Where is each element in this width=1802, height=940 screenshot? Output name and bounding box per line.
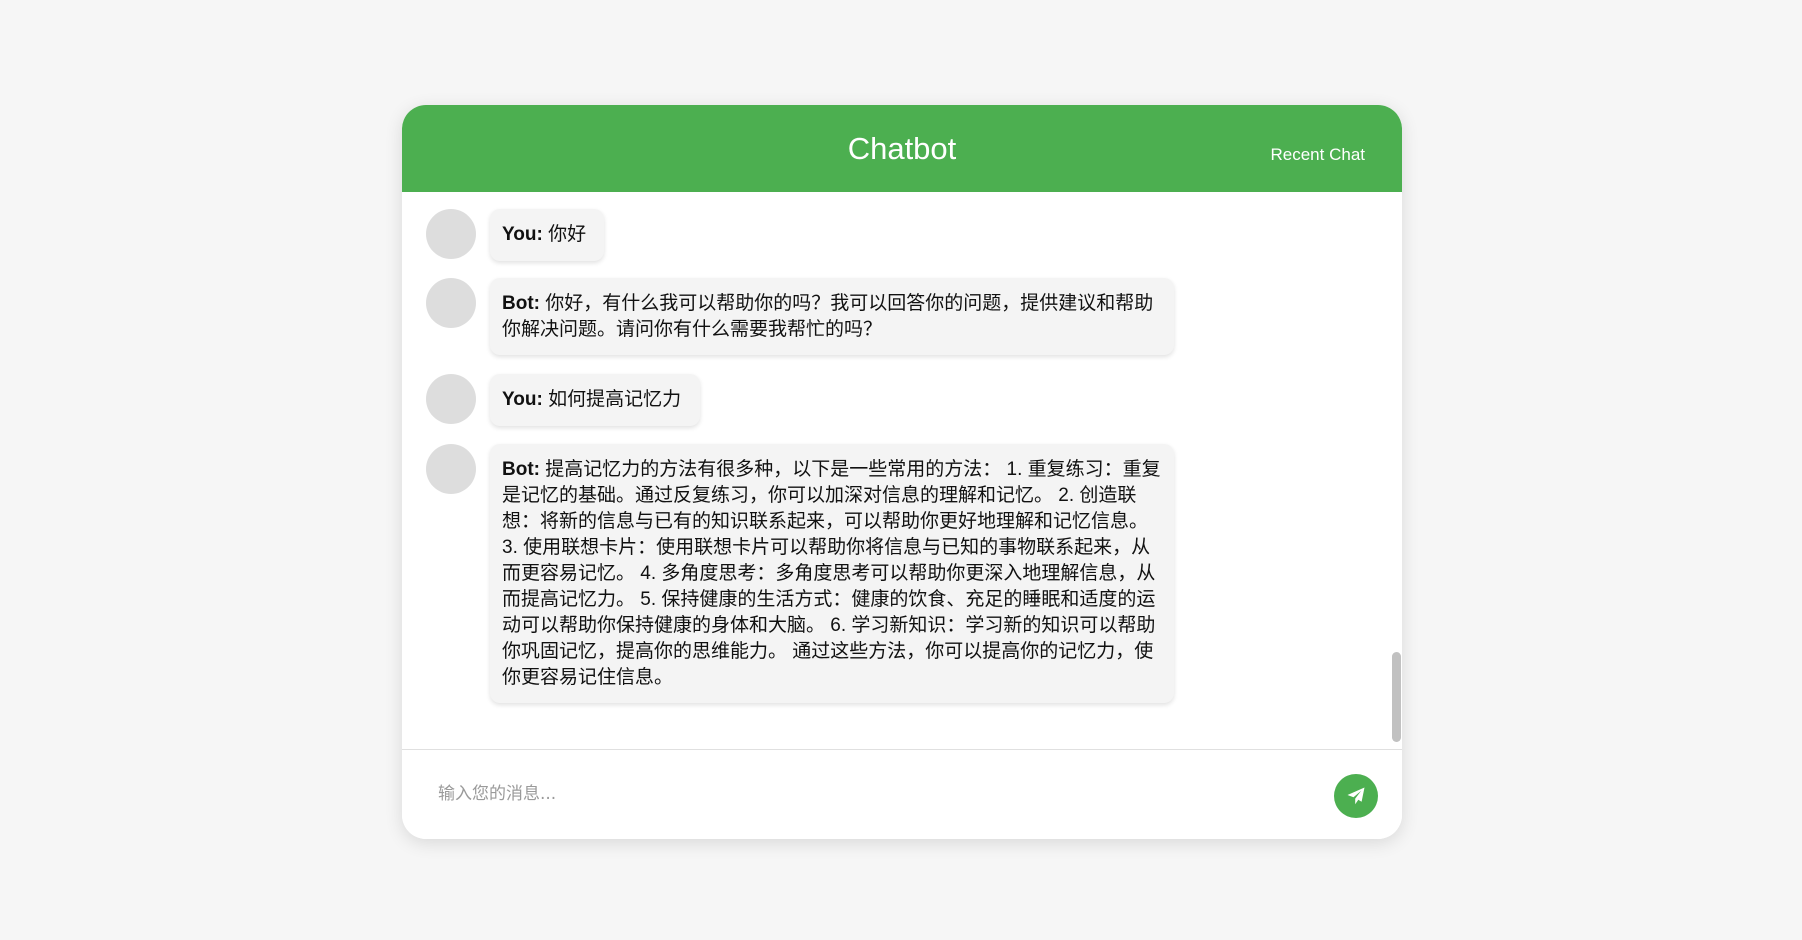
message-text: 你好 bbox=[548, 224, 587, 245]
message-text: 如何提高记忆力 bbox=[548, 389, 682, 410]
avatar bbox=[426, 444, 476, 494]
send-icon bbox=[1347, 787, 1365, 805]
message-bubble: You: 你好 bbox=[490, 209, 604, 261]
message-sender: Bot: bbox=[502, 293, 540, 314]
avatar bbox=[426, 209, 476, 259]
message-bubble: Bot: 提高记忆力的方法有很多种，以下是一些常用的方法： 1. 重复练习：重复… bbox=[490, 444, 1174, 703]
message-bubble: You: 如何提高记忆力 bbox=[490, 374, 700, 426]
message-sender: You: bbox=[502, 389, 543, 410]
scrollbar-thumb[interactable] bbox=[1392, 652, 1401, 742]
message-sender: You: bbox=[502, 224, 543, 245]
avatar bbox=[426, 278, 476, 328]
message-bubble: Bot: 你好，有什么我可以帮助你的吗？我可以回答你的问题，提供建议和帮助你解决… bbox=[490, 278, 1174, 355]
chat-window: Chatbot Recent Chat You: 你好 Bot: 你好，有什么我… bbox=[402, 105, 1402, 839]
message-scrollbar[interactable] bbox=[1390, 192, 1402, 749]
message-text: 你好，有什么我可以帮助你的吗？我可以回答你的问题，提供建议和帮助你解决问题。请问… bbox=[502, 293, 1154, 340]
message-input[interactable] bbox=[436, 774, 1320, 814]
message-list[interactable]: You: 你好 Bot: 你好，有什么我可以帮助你的吗？我可以回答你的问题，提供… bbox=[402, 192, 1402, 749]
chat-header: Chatbot Recent Chat bbox=[402, 105, 1402, 192]
avatar bbox=[426, 374, 476, 424]
input-area bbox=[402, 749, 1402, 839]
page-title: Chatbot bbox=[847, 131, 957, 166]
recent-chat-link[interactable]: Recent Chat bbox=[1271, 145, 1366, 165]
send-button[interactable] bbox=[1334, 774, 1378, 818]
message-sender: Bot: bbox=[502, 459, 540, 480]
message-text: 提高记忆力的方法有很多种，以下是一些常用的方法： 1. 重复练习：重复是记忆的基… bbox=[502, 459, 1161, 688]
